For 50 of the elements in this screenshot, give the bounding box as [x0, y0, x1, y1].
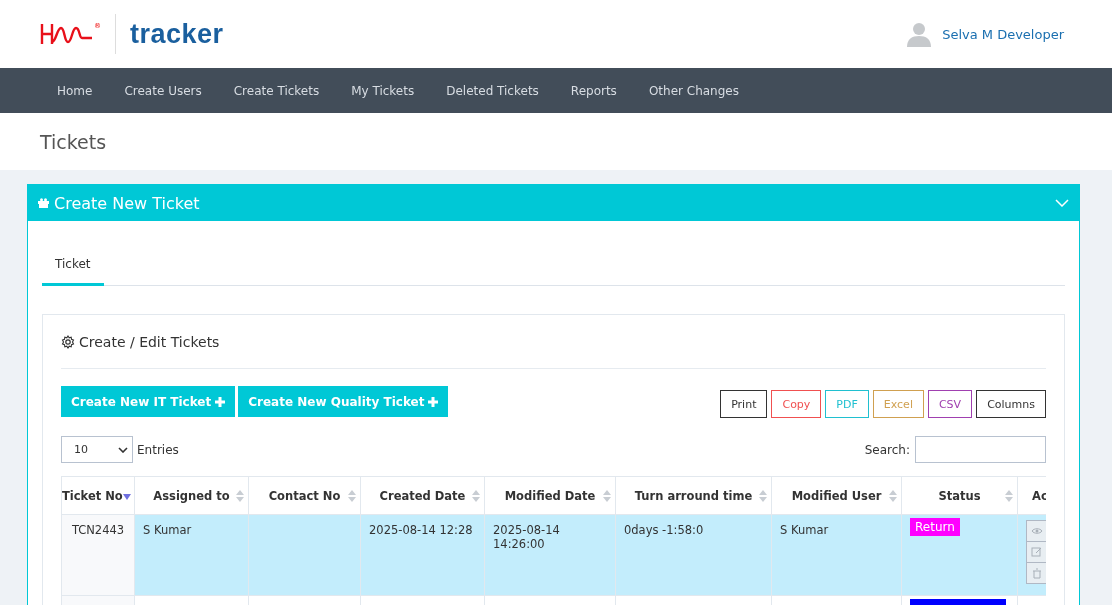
column-header[interactable]: Modified Date — [484, 476, 616, 515]
nav-item[interactable]: Deleted Tickets — [430, 83, 555, 98]
entries-select[interactable]: 10 — [61, 436, 133, 463]
column-header[interactable]: Ticket No — [61, 476, 135, 515]
nav-item[interactable]: Create Users — [108, 83, 218, 98]
user-name[interactable]: Selva M Developer — [942, 26, 1064, 42]
export-button[interactable]: Copy — [771, 390, 822, 418]
action-button[interactable] — [1026, 562, 1046, 584]
table-cell: 2025-08-14 12:28 — [360, 514, 485, 596]
search-label: Search: — [864, 442, 910, 457]
entries-label: Entries — [137, 442, 179, 457]
column-header[interactable]: Assigned to — [134, 476, 249, 515]
eye-icon — [1031, 525, 1043, 537]
logo-icon — [40, 22, 94, 46]
table-cell: 0days -1:58:0 — [615, 514, 772, 596]
page-title: Tickets — [40, 130, 107, 153]
action-button[interactable] — [1026, 541, 1046, 563]
pencil-icon — [1031, 546, 1043, 558]
trash-icon — [1031, 567, 1043, 579]
nav-item[interactable]: My Tickets — [335, 83, 431, 98]
avatar-icon — [906, 21, 933, 47]
export-button[interactable]: Columns — [976, 390, 1046, 418]
nav-item[interactable]: Other Changes — [632, 83, 755, 98]
search-field[interactable] — [915, 436, 1046, 463]
table-cell: S Kumar — [134, 514, 249, 596]
gift-icon — [38, 198, 49, 208]
nav-item[interactable]: Home — [41, 83, 109, 98]
column-header[interactable]: Turn arround time — [615, 476, 772, 515]
column-header[interactable]: Status — [901, 476, 1018, 515]
status-badge: Return — [910, 518, 960, 536]
brand-name: tracker — [130, 18, 224, 50]
caret-icon — [118, 446, 128, 453]
plus-icon — [428, 396, 439, 407]
tab[interactable]: Ticket — [42, 251, 104, 286]
nav-item[interactable]: Reports — [554, 83, 633, 98]
chevron-icon[interactable] — [1055, 199, 1069, 207]
column-header[interactable]: Created Date — [360, 476, 485, 515]
section-title: Create / Edit Tickets — [79, 333, 220, 350]
table-cell: TCN2443 — [61, 514, 135, 596]
plus-icon — [215, 396, 226, 407]
action-button[interactable] — [1026, 520, 1046, 542]
export-button[interactable]: Print — [720, 390, 768, 418]
panel-title: Create New Ticket — [54, 193, 200, 213]
table-cell: S Kumar — [771, 514, 902, 596]
export-button[interactable]: CSV — [927, 390, 973, 418]
table-cell: 2025-08-14 14:26:00 — [484, 514, 616, 596]
nav-item[interactable]: Create Tickets — [217, 83, 336, 98]
gear-icon — [61, 334, 75, 349]
column-header[interactable]: Contact No — [248, 476, 361, 515]
column-header[interactable]: Modified User — [771, 476, 902, 515]
